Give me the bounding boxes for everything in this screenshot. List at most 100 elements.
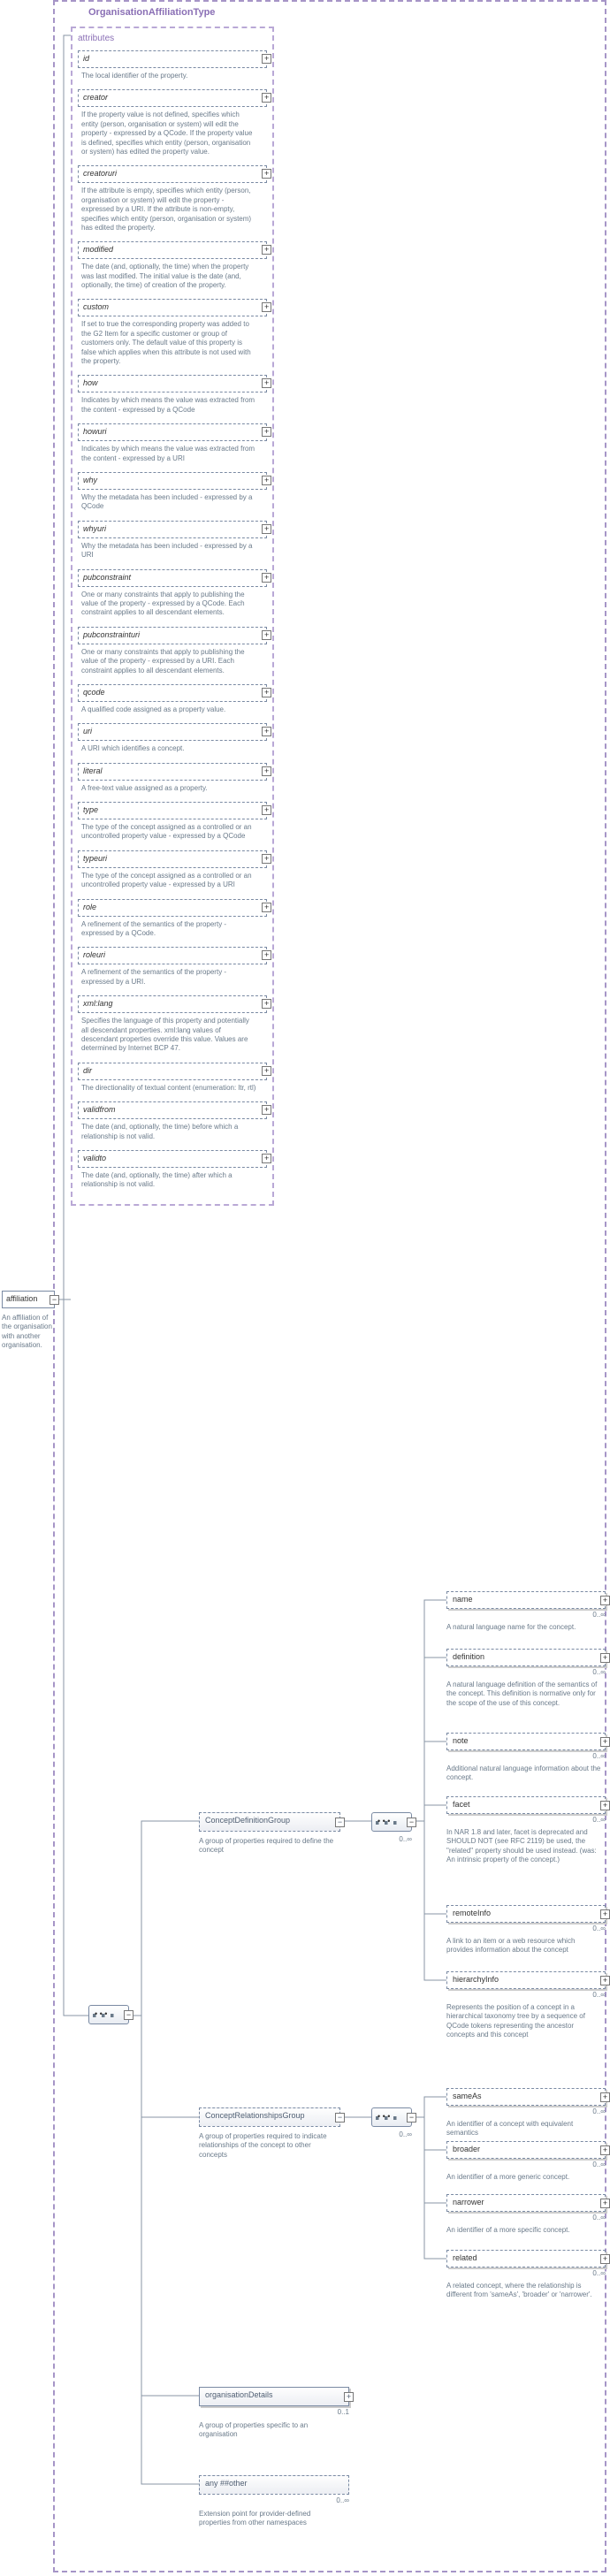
element-description: Represents the position of a concept in … bbox=[446, 2003, 601, 2040]
attribute-xml-lang[interactable]: xml:lang+ bbox=[78, 995, 267, 1013]
expand-icon[interactable]: + bbox=[600, 1737, 610, 1747]
expand-icon[interactable]: + bbox=[600, 1801, 610, 1810]
expand-icon[interactable]: + bbox=[600, 2199, 610, 2208]
attribute-howuri[interactable]: howuri+ bbox=[78, 423, 267, 441]
element-box[interactable]: facet+ bbox=[446, 1796, 606, 1814]
element-box[interactable]: broader+ bbox=[446, 2141, 606, 2159]
attribute-label: how bbox=[83, 378, 98, 387]
expand-icon[interactable]: + bbox=[600, 2145, 610, 2155]
attribute-typeuri[interactable]: typeuri+ bbox=[78, 850, 267, 868]
attribute-description: A refinement of the semantics of the pro… bbox=[81, 968, 258, 987]
expand-icon[interactable]: − bbox=[407, 2113, 416, 2123]
sequence-compositor-rel[interactable]: • • •− bbox=[371, 2107, 412, 2127]
expand-icon[interactable]: + bbox=[262, 1154, 271, 1163]
element-box[interactable]: name+ bbox=[446, 1591, 606, 1609]
attribute-description: The date (and, optionally, the time) bef… bbox=[81, 1123, 258, 1141]
expand-icon[interactable]: + bbox=[600, 2092, 610, 2102]
expand-icon[interactable]: + bbox=[262, 1066, 271, 1076]
attribute-type[interactable]: type+ bbox=[78, 802, 267, 819]
expand-icon[interactable]: + bbox=[262, 999, 271, 1009]
attribute-id[interactable]: id+ bbox=[78, 50, 267, 68]
expand-icon[interactable]: + bbox=[600, 1976, 610, 1985]
expand-icon[interactable]: + bbox=[262, 854, 271, 864]
attribute-why[interactable]: why+ bbox=[78, 472, 267, 490]
attribute-description: Why the metadata has been included - exp… bbox=[81, 542, 258, 560]
element-box[interactable]: remoteInfo+ bbox=[446, 1905, 606, 1923]
element-box[interactable]: note+ bbox=[446, 1733, 606, 1750]
expand-icon[interactable]: + bbox=[262, 245, 271, 255]
attribute-label: literal bbox=[83, 766, 103, 775]
expand-icon[interactable]: + bbox=[262, 93, 271, 103]
expand-icon[interactable]: + bbox=[600, 1596, 610, 1605]
attribute-validfrom[interactable]: validfrom+ bbox=[78, 1101, 267, 1119]
attribute-label: pubconstrainturi bbox=[83, 630, 140, 639]
expand-icon[interactable]: − bbox=[50, 1295, 59, 1305]
expand-icon[interactable]: − bbox=[335, 2113, 345, 2123]
element-box[interactable]: narrower+ bbox=[446, 2194, 606, 2212]
expand-icon[interactable]: + bbox=[262, 524, 271, 534]
expand-icon[interactable]: + bbox=[262, 476, 271, 485]
attribute-label: creatoruri bbox=[83, 169, 117, 178]
attribute-how[interactable]: how+ bbox=[78, 375, 267, 392]
group-box[interactable]: ConceptDefinitionGroup − bbox=[199, 1812, 340, 1832]
element-any-other: any ##other 0..∞ Extension point for pro… bbox=[199, 2475, 349, 2528]
cardinality: 0..∞ bbox=[446, 2107, 606, 2115]
expand-icon[interactable]: + bbox=[262, 766, 271, 776]
attribute-dir[interactable]: dir+ bbox=[78, 1063, 267, 1080]
attribute-description: Indicates by which means the value was e… bbox=[81, 445, 258, 463]
attribute-uri[interactable]: uri+ bbox=[78, 723, 267, 741]
attribute-whyuri[interactable]: whyuri+ bbox=[78, 521, 267, 538]
attribute-role[interactable]: role+ bbox=[78, 899, 267, 917]
cardinality: 0..∞ bbox=[446, 2214, 606, 2222]
element-box[interactable]: related+ bbox=[446, 2250, 606, 2267]
expand-icon[interactable]: − bbox=[335, 1818, 345, 1827]
expand-icon[interactable]: + bbox=[344, 2392, 354, 2402]
attribute-qcode[interactable]: qcode+ bbox=[78, 684, 267, 702]
expand-icon[interactable]: + bbox=[600, 1909, 610, 1919]
expand-icon[interactable]: + bbox=[262, 573, 271, 583]
child-name: name+0..∞A natural language name for the… bbox=[446, 1591, 606, 1632]
attribute-creator[interactable]: creator+ bbox=[78, 89, 267, 107]
sequence-compositor-def[interactable]: • • •− bbox=[371, 1812, 412, 1832]
expand-icon[interactable]: + bbox=[262, 1105, 271, 1115]
attribute-validto[interactable]: validto+ bbox=[78, 1150, 267, 1168]
expand-icon[interactable]: − bbox=[124, 2010, 133, 2020]
expand-icon[interactable]: + bbox=[262, 54, 271, 64]
attribute-label: whyuri bbox=[83, 524, 106, 533]
expand-icon[interactable]: + bbox=[262, 950, 271, 960]
expand-icon[interactable]: + bbox=[262, 805, 271, 815]
attribute-modified[interactable]: modified+ bbox=[78, 241, 267, 259]
attribute-custom[interactable]: custom+ bbox=[78, 299, 267, 316]
element-box[interactable]: sameAs+ bbox=[446, 2088, 606, 2106]
expand-icon[interactable]: + bbox=[262, 903, 271, 912]
expand-icon[interactable]: + bbox=[262, 302, 271, 312]
attribute-label: custom bbox=[83, 302, 109, 311]
element-box[interactable]: any ##other bbox=[199, 2475, 349, 2495]
group-box[interactable]: ConceptRelationshipsGroup − bbox=[199, 2107, 340, 2127]
expand-icon[interactable]: − bbox=[407, 1818, 416, 1827]
attribute-pubconstraint[interactable]: pubconstraint+ bbox=[78, 569, 267, 587]
expand-icon[interactable]: + bbox=[262, 427, 271, 437]
element-box[interactable]: organisationDetails + bbox=[199, 2387, 349, 2406]
type-title: OrganisationAffiliationType bbox=[88, 7, 215, 18]
attribute-pubconstrainturi[interactable]: pubconstrainturi+ bbox=[78, 627, 267, 644]
group-description: A group of properties required to indica… bbox=[199, 2132, 340, 2160]
cardinality: 0..∞ bbox=[446, 1924, 606, 1932]
element-description: Additional natural language information … bbox=[446, 1764, 601, 1783]
attribute-roleuri[interactable]: roleuri+ bbox=[78, 947, 267, 964]
expand-icon[interactable]: + bbox=[262, 727, 271, 736]
element-box[interactable]: hierarchyInfo+ bbox=[446, 1971, 606, 1989]
expand-icon[interactable]: + bbox=[600, 2254, 610, 2264]
element-affiliation[interactable]: affiliation − bbox=[2, 1291, 55, 1308]
element-label: narrower bbox=[453, 2198, 484, 2206]
element-box[interactable]: definition+ bbox=[446, 1649, 606, 1666]
expand-icon[interactable]: + bbox=[262, 688, 271, 697]
expand-icon[interactable]: + bbox=[600, 1653, 610, 1663]
expand-icon[interactable]: + bbox=[262, 630, 271, 640]
attribute-literal[interactable]: literal+ bbox=[78, 763, 267, 781]
attribute-creatoruri[interactable]: creatoruri+ bbox=[78, 165, 267, 183]
expand-icon[interactable]: + bbox=[262, 378, 271, 388]
child-sameAs: sameAs+0..∞An identifier of a concept wi… bbox=[446, 2088, 606, 2138]
expand-icon[interactable]: + bbox=[262, 169, 271, 179]
sequence-compositor-main[interactable]: • • •− bbox=[88, 2005, 129, 2024]
